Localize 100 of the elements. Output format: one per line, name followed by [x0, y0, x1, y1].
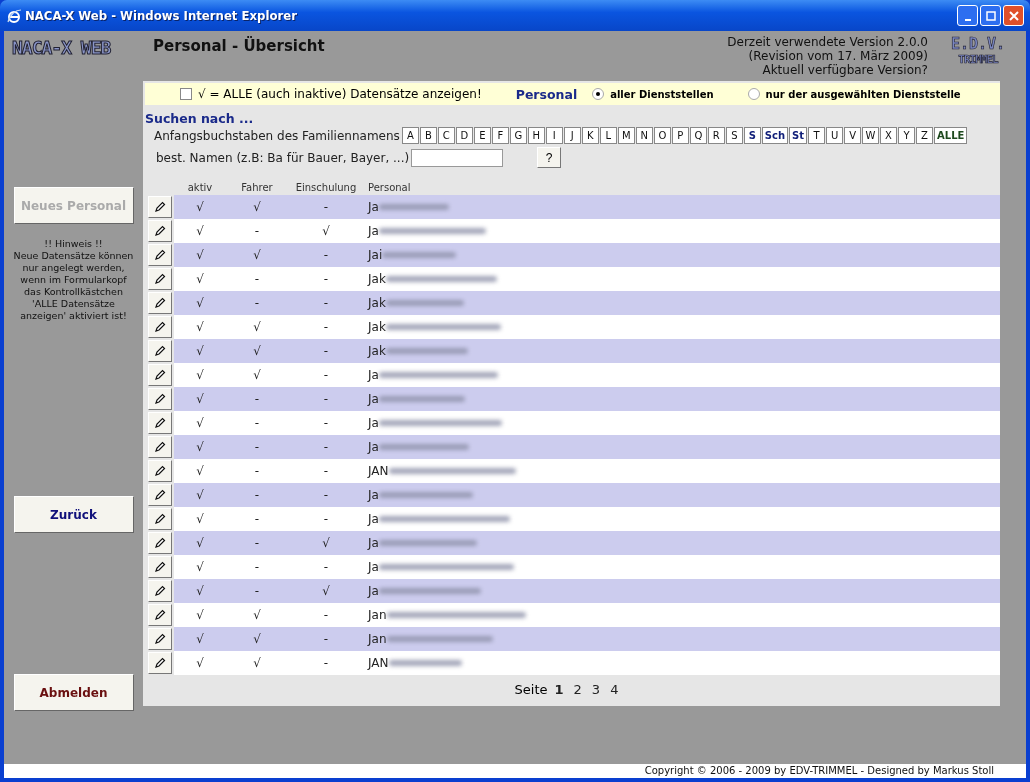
- name-input[interactable]: [411, 148, 504, 167]
- edit-button[interactable]: [148, 652, 172, 674]
- table-row[interactable]: √ - - Ja: [174, 507, 1000, 531]
- close-button[interactable]: [1003, 5, 1024, 26]
- table-cell: Ja: [368, 224, 379, 238]
- letter-button[interactable]: Z: [916, 127, 934, 144]
- letter-button[interactable]: L: [599, 127, 617, 144]
- edit-button[interactable]: [148, 364, 172, 386]
- table-cell-text: √: [195, 392, 205, 406]
- letter-button[interactable]: G: [509, 127, 527, 144]
- letter-button[interactable]: O: [653, 127, 671, 144]
- column-header: Einschulung: [294, 181, 358, 193]
- letter-button[interactable]: I: [545, 127, 563, 144]
- letter-button[interactable]: J: [563, 127, 581, 144]
- table-cell-text: -: [322, 632, 330, 646]
- table-row[interactable]: √ √ - Ja: [174, 363, 1000, 387]
- edit-button[interactable]: [148, 292, 172, 314]
- edit-button[interactable]: [148, 412, 172, 434]
- letter-button[interactable]: B: [419, 127, 437, 144]
- edit-button[interactable]: [148, 484, 172, 506]
- letter-button[interactable]: T: [808, 127, 826, 144]
- letter-button[interactable]: C: [437, 127, 455, 144]
- letter-button[interactable]: Q: [689, 127, 707, 144]
- radio-button[interactable]: [592, 88, 605, 100]
- edit-button[interactable]: [148, 316, 172, 338]
- edit-button[interactable]: [148, 388, 172, 410]
- table-cell-text: -: [253, 560, 261, 574]
- edit-button[interactable]: [148, 196, 172, 218]
- side-button[interactable]: Zurück: [13, 496, 134, 533]
- edit-button[interactable]: [148, 460, 172, 482]
- table-row[interactable]: √ √ - Jan: [174, 603, 1000, 627]
- table-cell-text: √: [252, 344, 262, 358]
- table-row[interactable]: √ - - Jak: [174, 267, 1000, 291]
- page-link[interactable]: 4: [610, 682, 619, 697]
- page-link[interactable]: 1: [554, 682, 564, 697]
- letter-button[interactable]: F: [491, 127, 509, 144]
- table-row[interactable]: √ √ - JAN: [174, 651, 1000, 675]
- table-cell-text: -: [253, 440, 261, 454]
- side-button[interactable]: Abmelden: [13, 674, 134, 711]
- letter-button[interactable]: N: [635, 127, 653, 144]
- page-link[interactable]: 3: [591, 682, 601, 697]
- maximize-button[interactable]: [980, 5, 1001, 26]
- edit-button[interactable]: [148, 604, 172, 626]
- edit-button[interactable]: [148, 580, 172, 602]
- table-row[interactable]: √ - - Ja: [174, 483, 1000, 507]
- table-row[interactable]: √ - - Ja: [174, 411, 1000, 435]
- edit-button[interactable]: [148, 508, 172, 530]
- letter-button[interactable]: W: [862, 127, 880, 144]
- letter-button[interactable]: Y: [898, 127, 916, 144]
- table-row[interactable]: √ √ - Jak: [174, 339, 1000, 363]
- table-row[interactable]: √ - √ Ja: [174, 219, 1000, 243]
- edit-button[interactable]: [148, 436, 172, 458]
- table-cell: JAN: [368, 656, 389, 670]
- letter-button[interactable]: R: [707, 127, 725, 144]
- letter-button[interactable]: U: [826, 127, 844, 144]
- letter-button[interactable]: H: [527, 127, 545, 144]
- letter-button[interactable]: E: [473, 127, 491, 144]
- table-cell: Jak: [368, 344, 386, 358]
- table-row[interactable]: √ √ - Jan: [174, 627, 1000, 651]
- table-row[interactable]: √ √ - Ja: [174, 195, 1000, 219]
- table-row[interactable]: √ - √ Ja: [174, 579, 1000, 603]
- table-row[interactable]: √ - - Jak: [174, 291, 1000, 315]
- edit-button[interactable]: [148, 532, 172, 554]
- letter-button[interactable]: V: [844, 127, 862, 144]
- table-cell: Jan: [368, 632, 387, 646]
- edit-button[interactable]: [148, 628, 172, 650]
- minimize-button[interactable]: [957, 5, 978, 26]
- table-row[interactable]: √ - - JAN: [174, 459, 1000, 483]
- edit-button[interactable]: [148, 340, 172, 362]
- table-row[interactable]: √ - - Ja: [174, 555, 1000, 579]
- letter-button[interactable]: Sch: [761, 127, 789, 144]
- table-row[interactable]: √ - - Ja: [174, 435, 1000, 459]
- table-cell-text: √: [195, 560, 205, 574]
- table-cell-text: -: [322, 392, 330, 406]
- checkbox[interactable]: [180, 88, 192, 100]
- letter-button[interactable]: X: [880, 127, 898, 144]
- table-row[interactable]: √ - √ Ja: [174, 531, 1000, 555]
- edit-button[interactable]: [148, 244, 172, 266]
- edit-button[interactable]: [148, 268, 172, 290]
- page-link[interactable]: 2: [573, 682, 582, 697]
- table-row[interactable]: √ - - Ja: [174, 387, 1000, 411]
- table-cell: Jai: [368, 248, 383, 262]
- letter-button[interactable]: St: [789, 127, 808, 144]
- letter-button[interactable]: D: [455, 127, 473, 144]
- radio-button[interactable]: [747, 88, 760, 100]
- letter-button[interactable]: P: [671, 127, 689, 144]
- letter-button[interactable]: A: [401, 127, 419, 144]
- help-button[interactable]: ?: [537, 147, 562, 168]
- pencil-icon: [154, 393, 166, 405]
- table-row[interactable]: √ √ - Jak: [174, 315, 1000, 339]
- edit-button[interactable]: [148, 556, 172, 578]
- letter-button[interactable]: K: [581, 127, 599, 144]
- letter-button[interactable]: ALLE: [934, 127, 968, 144]
- table-cell-text: -: [322, 272, 330, 286]
- edit-button[interactable]: [148, 220, 172, 242]
- letter-button[interactable]: M: [617, 127, 635, 144]
- radio-label: nur der ausgewählten Dienststelle: [765, 88, 961, 100]
- table-row[interactable]: √ √ - Jai: [174, 243, 1000, 267]
- letter-button[interactable]: S: [743, 127, 761, 144]
- letter-button[interactable]: S: [725, 127, 743, 144]
